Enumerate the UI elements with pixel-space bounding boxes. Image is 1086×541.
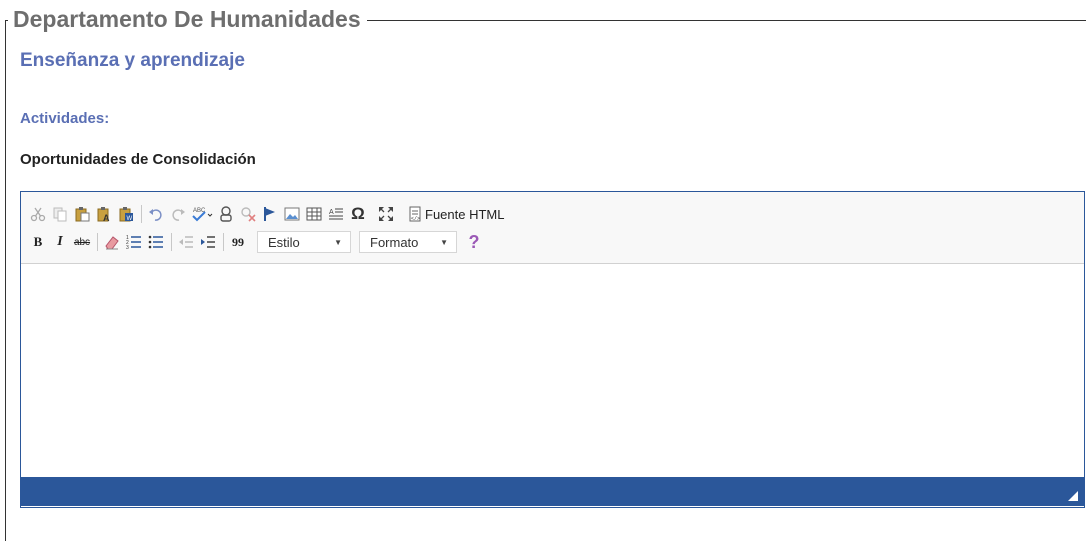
blockquote-button[interactable]: 99: [229, 231, 247, 253]
source-button-label: Fuente HTML: [425, 206, 505, 222]
undo-icon[interactable]: [147, 203, 165, 225]
fieldset-legend: Departamento De Humanidades: [8, 4, 367, 34]
paste-icon[interactable]: [73, 203, 91, 225]
toolbar-separator: [141, 205, 142, 223]
toolbar-separator: [171, 233, 172, 251]
resize-handle-icon[interactable]: [1068, 491, 1078, 501]
strikethrough-button[interactable]: abc: [73, 231, 91, 253]
svg-text:W: W: [127, 216, 133, 222]
toolbar-separator: [223, 233, 224, 251]
editor-content-area[interactable]: [21, 264, 1084, 477]
special-char-icon[interactable]: Ω: [349, 203, 367, 225]
section-title: Oportunidades de Consolidación: [20, 151, 256, 168]
source-button[interactable]: </> Fuente HTML: [407, 203, 504, 225]
table-icon[interactable]: [305, 203, 323, 225]
paste-text-icon[interactable]: A: [95, 203, 113, 225]
italic-button[interactable]: I: [51, 231, 69, 253]
numbered-list-icon[interactable]: 123: [125, 231, 143, 253]
format-select[interactable]: Formato ▼: [359, 231, 457, 253]
chevron-down-icon: ▼: [334, 237, 342, 247]
bold-button[interactable]: B: [29, 231, 47, 253]
maximize-icon[interactable]: [377, 203, 395, 225]
help-button[interactable]: ?: [465, 231, 483, 253]
svg-text:3: 3: [126, 245, 129, 250]
unlink-icon[interactable]: [239, 203, 257, 225]
source-icon: </>: [409, 206, 421, 222]
activities-label: Actividades:: [20, 110, 110, 127]
paste-word-icon[interactable]: W: [117, 203, 135, 225]
editor-toolbar: A W ABC A Ω </> Fuente HTML B I abc 1 2 …: [21, 192, 1084, 264]
editor-status-bar: [21, 477, 1084, 506]
redo-icon[interactable]: [169, 203, 187, 225]
copy-icon[interactable]: [51, 203, 69, 225]
indent-icon[interactable]: [199, 231, 217, 253]
style-select-label: Estilo: [268, 234, 300, 250]
page-subtitle: Enseñanza y aprendizaje: [20, 50, 245, 71]
svg-text:</>: </>: [411, 216, 420, 222]
spellcheck-icon[interactable]: ABC: [191, 203, 213, 225]
horizontal-rule-icon[interactable]: A: [327, 203, 345, 225]
svg-text:A: A: [103, 213, 110, 222]
remove-format-icon[interactable]: [103, 231, 121, 253]
toolbar-row-2: B I abc 123 99 Estilo ▼ Formato ▼ ?: [29, 230, 487, 254]
anchor-icon[interactable]: [261, 203, 279, 225]
cut-icon[interactable]: [29, 203, 47, 225]
outdent-icon[interactable]: [177, 231, 195, 253]
link-icon[interactable]: [217, 203, 235, 225]
chevron-down-icon: ▼: [440, 237, 448, 247]
toolbar-separator: [97, 233, 98, 251]
image-icon[interactable]: [283, 203, 301, 225]
format-select-label: Formato: [370, 234, 419, 250]
style-select[interactable]: Estilo ▼: [257, 231, 351, 253]
toolbar-row-1: A W ABC A Ω </> Fuente HTML: [29, 202, 508, 226]
bulleted-list-icon[interactable]: [147, 231, 165, 253]
rich-text-editor: A W ABC A Ω </> Fuente HTML B I abc 1 2 …: [20, 191, 1085, 508]
svg-text:A: A: [329, 209, 334, 216]
